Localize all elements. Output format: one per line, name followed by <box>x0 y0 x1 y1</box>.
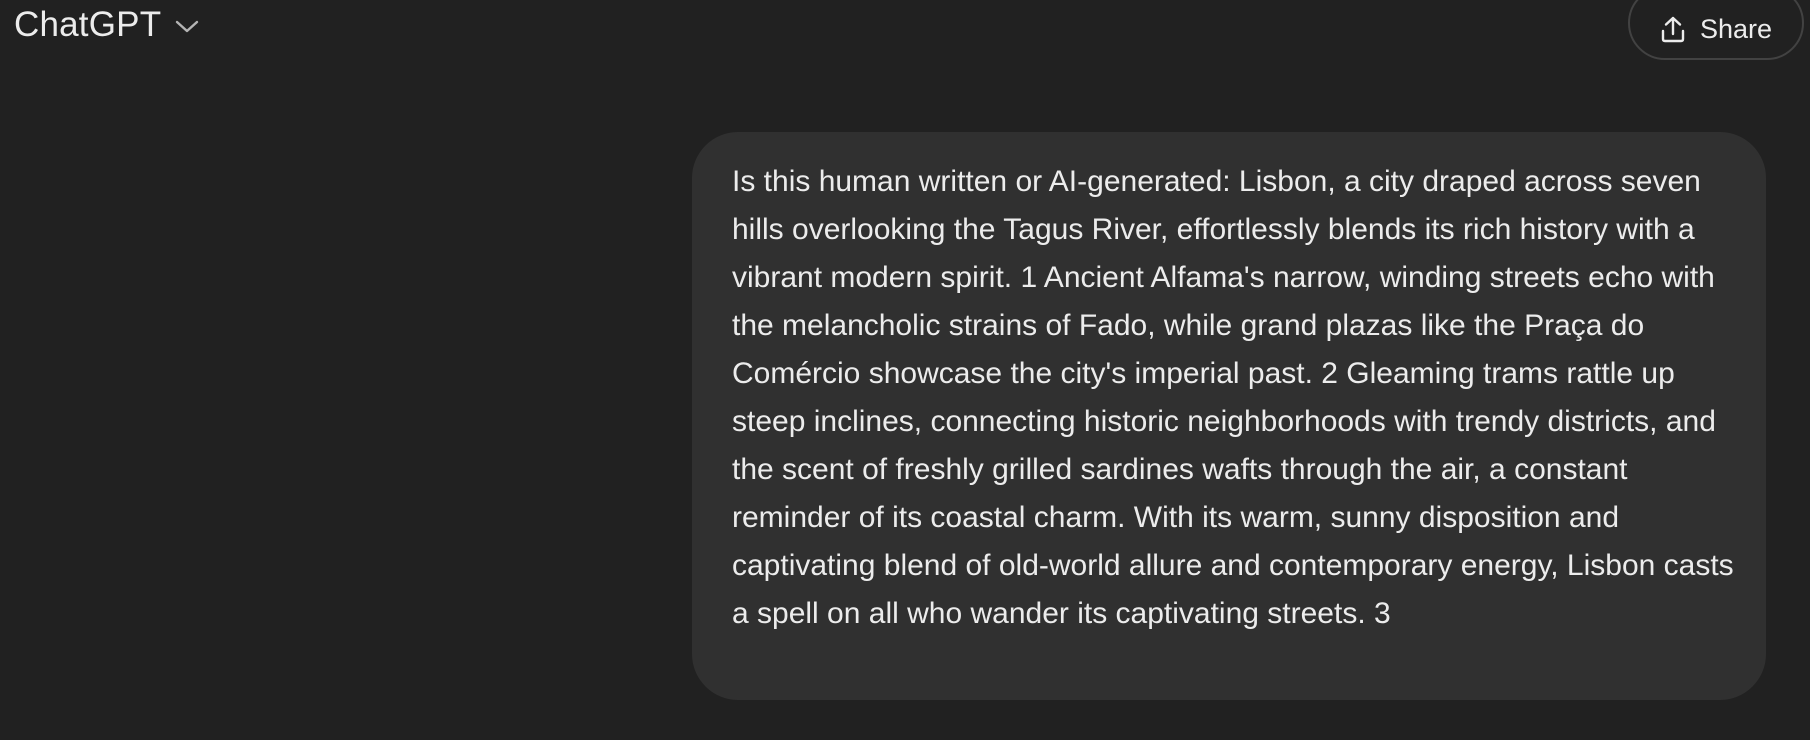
upload-icon <box>1660 15 1686 43</box>
user-message-text: Is this human written or AI-generated: L… <box>732 165 1734 630</box>
model-selector[interactable]: ChatGPT <box>14 0 199 50</box>
share-button[interactable]: Share <box>1628 0 1804 60</box>
chevron-down-icon <box>175 20 199 34</box>
share-label: Share <box>1699 13 1773 44</box>
model-name: ChatGPT <box>14 5 162 44</box>
user-message-bubble: Is this human written or AI-generated: L… <box>692 132 1766 700</box>
